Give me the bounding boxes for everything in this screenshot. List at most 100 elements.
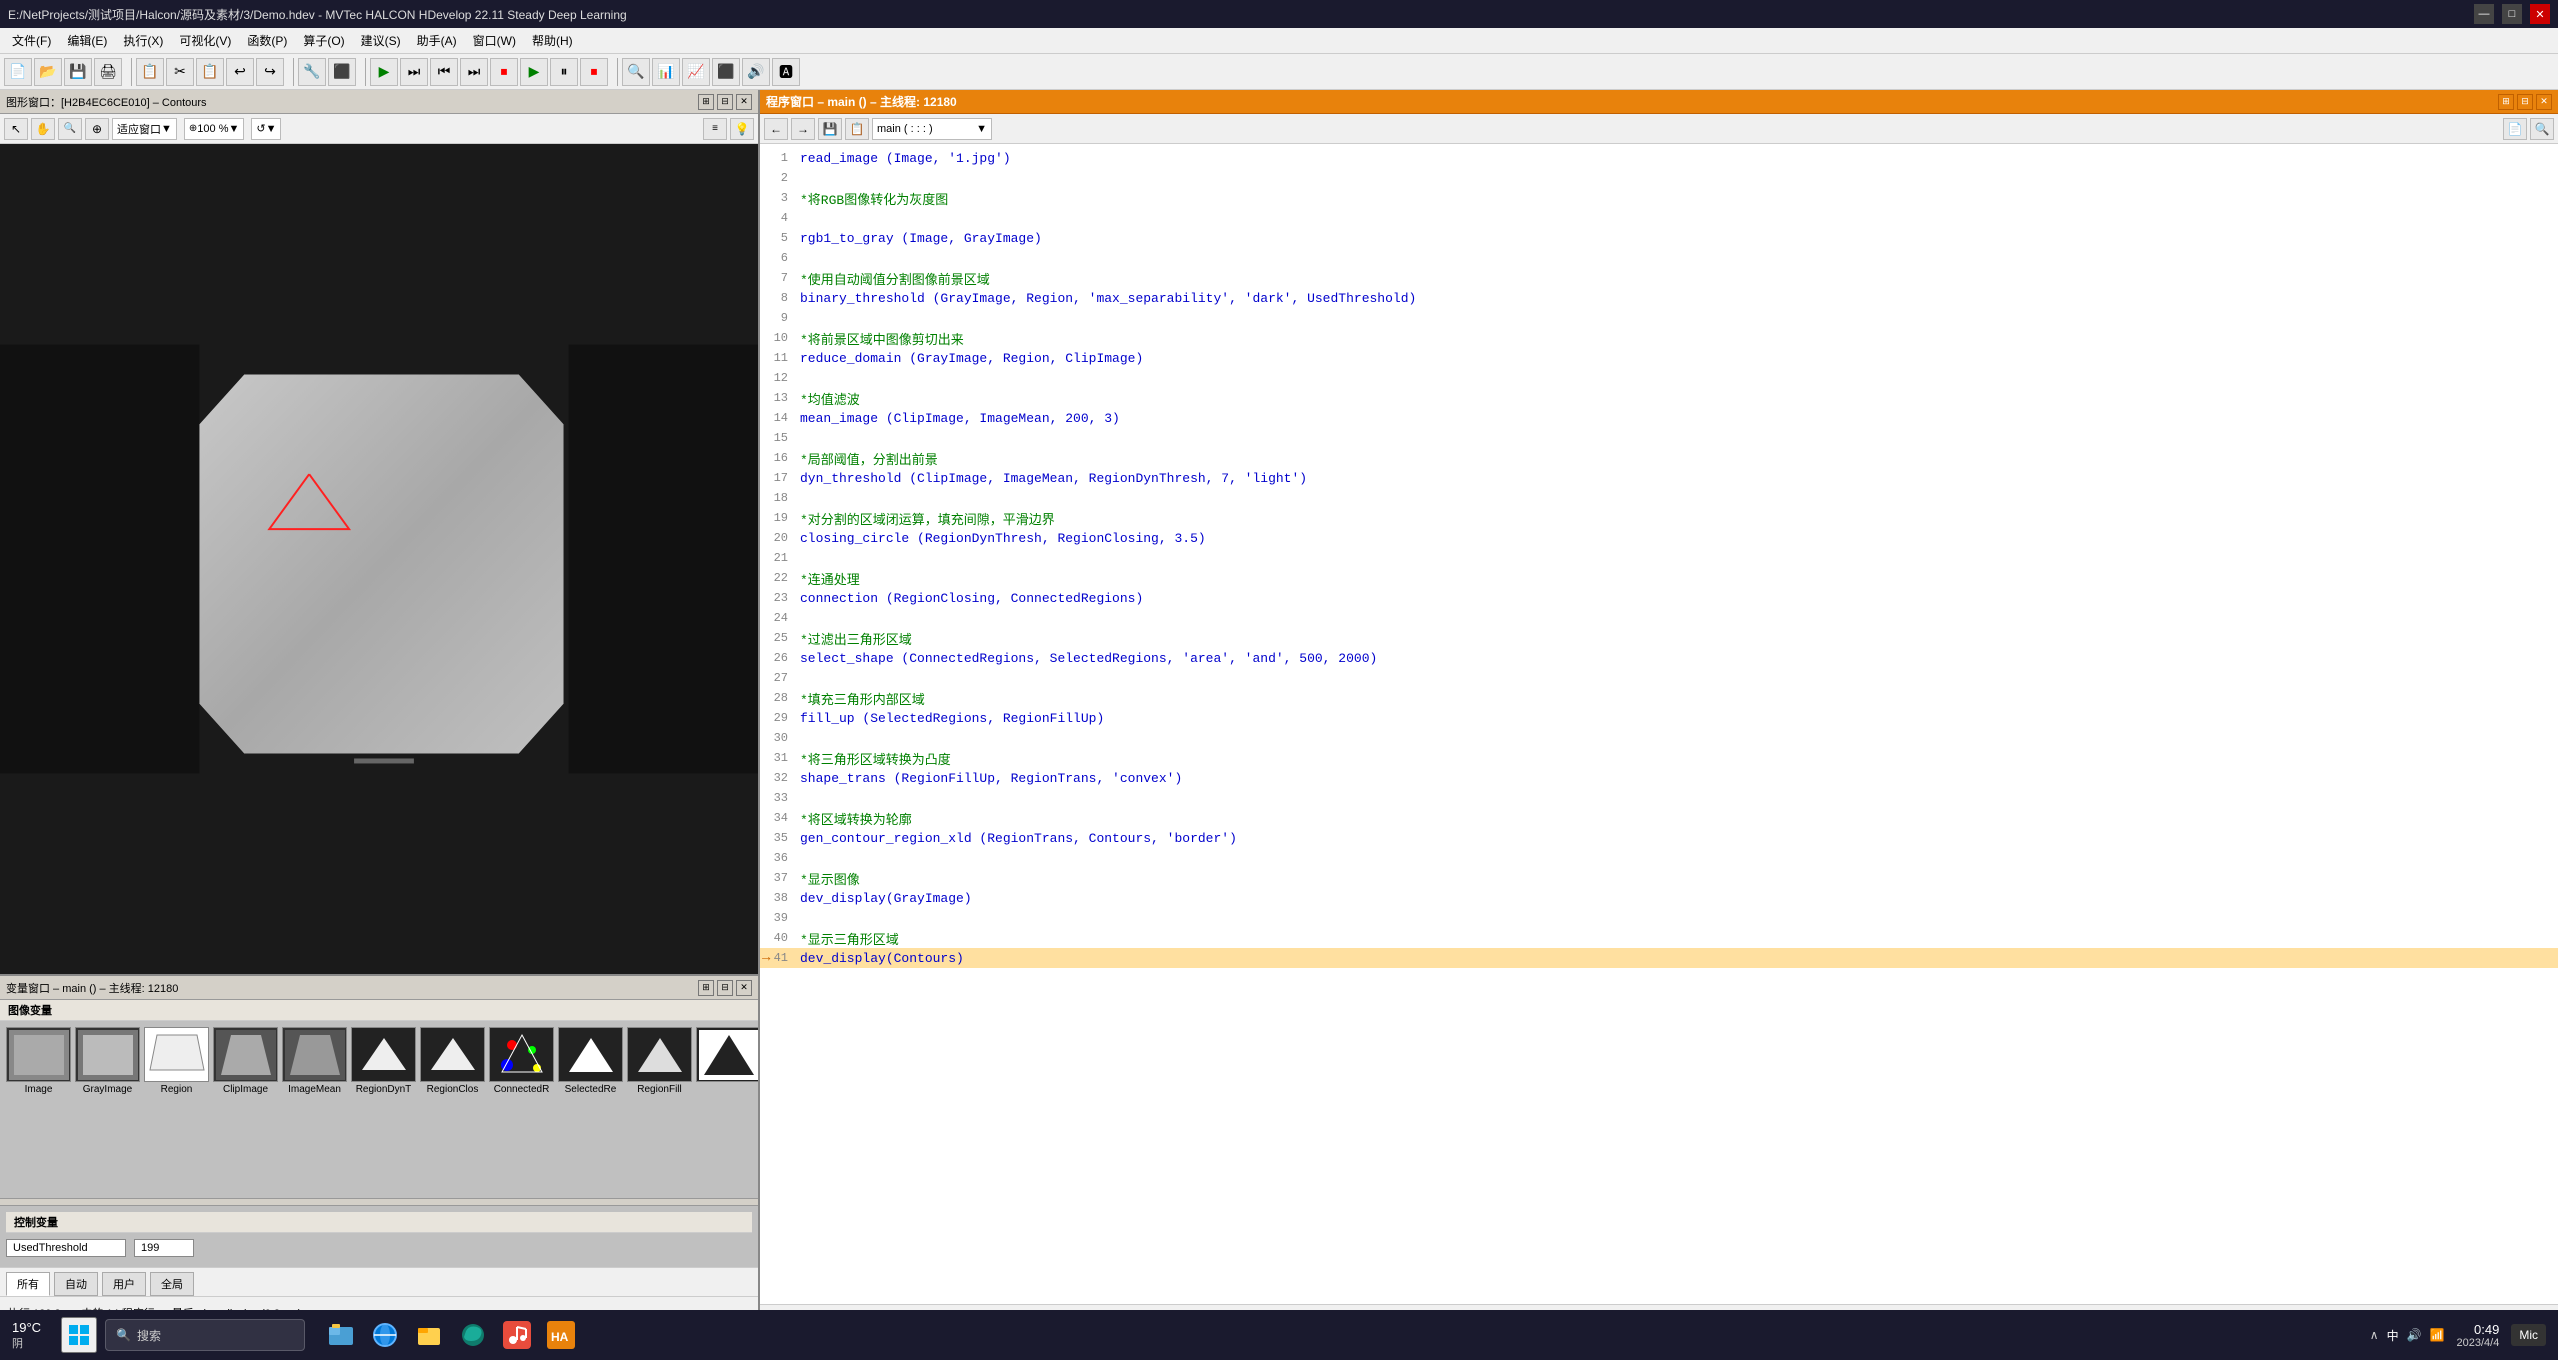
taskbar-app-browser[interactable] — [365, 1315, 405, 1355]
fit-window-dropdown[interactable]: 适应窗口 ▼ — [112, 118, 177, 140]
cut-button[interactable]: ✂ — [166, 58, 194, 86]
menu-file[interactable]: 文件(F) — [4, 30, 59, 51]
systray-chevron[interactable]: ∧ — [2370, 1328, 2379, 1342]
code-line-19[interactable]: 19 *对分割的区域闭运算，填充间隙，平滑边界 — [760, 508, 2558, 528]
code-line-22[interactable]: 22 *连通处理 — [760, 568, 2558, 588]
zoom-in-button[interactable]: ⊕ — [85, 118, 109, 140]
paste-button[interactable]: 📋 — [196, 58, 224, 86]
graphics-float-button[interactable]: ⊞ — [698, 94, 714, 110]
open-file-button[interactable]: 📂 — [34, 58, 62, 86]
code-line-24[interactable]: 24 — [760, 608, 2558, 628]
prog-minimize-button[interactable]: ⊟ — [2517, 94, 2533, 110]
print-button[interactable]: 🖨 — [94, 58, 122, 86]
pause-button[interactable]: ⏸ — [550, 58, 578, 86]
menu-assistant[interactable]: 助手(A) — [409, 30, 465, 51]
code-line-11[interactable]: 11 reduce_domain (GrayImage, Region, Cli… — [760, 348, 2558, 368]
var-image-RegionTrans[interactable] — [696, 1027, 758, 1084]
systray-ime[interactable]: 中 — [2387, 1327, 2399, 1344]
var-tab-user[interactable]: 用户 — [102, 1272, 146, 1296]
search-box[interactable]: 🔍 搜索 — [105, 1319, 305, 1351]
stop-all-button[interactable]: ⏹ — [580, 58, 608, 86]
color-button[interactable]: ⬛ — [712, 58, 740, 86]
save-button[interactable]: 💾 — [64, 58, 92, 86]
zoom-percent-dropdown[interactable]: ⊕ 100 % ▼ — [184, 118, 244, 140]
code-line-6[interactable]: 6 — [760, 248, 2558, 268]
code-line-23[interactable]: 23 connection (RegionClosing, ConnectedR… — [760, 588, 2558, 608]
menu-execute[interactable]: 执行(X) — [115, 30, 171, 51]
code-line-18[interactable]: 18 — [760, 488, 2558, 508]
maximize-button[interactable]: □ — [2502, 4, 2522, 24]
layers-button[interactable]: ≡ — [703, 118, 727, 140]
var-tab-global[interactable]: 全局 — [150, 1272, 194, 1296]
code-line-36[interactable]: 36 — [760, 848, 2558, 868]
code-line-17[interactable]: 17 dyn_threshold (ClipImage, ImageMean, … — [760, 468, 2558, 488]
copy-button[interactable]: 📋 — [136, 58, 164, 86]
prog-save-button[interactable]: 💾 — [818, 118, 842, 140]
code-line-15[interactable]: 15 — [760, 428, 2558, 448]
menu-functions[interactable]: 函数(P) — [239, 30, 295, 51]
code-line-10[interactable]: 10 *将前景区域中图像剪切出来 — [760, 328, 2558, 348]
step-back-button[interactable]: ⏮ — [430, 58, 458, 86]
code-line-25[interactable]: 25 *过滤出三角形区域 — [760, 628, 2558, 648]
menu-operators[interactable]: 算子(O) — [295, 30, 352, 51]
code-line-5[interactable]: 5 rgb1_to_gray (Image, GrayImage) — [760, 228, 2558, 248]
menu-help[interactable]: 帮助(H) — [524, 30, 581, 51]
func-dropdown[interactable]: main ( : : : ) ▼ — [872, 118, 992, 140]
var-image-SelectedRe[interactable]: SelectedRe — [558, 1027, 623, 1095]
taskbar-clock[interactable]: 0:49 2023/4/4 — [2457, 1322, 2500, 1349]
var-image-RegionFillU[interactable]: RegionFill — [627, 1027, 692, 1095]
text-button[interactable]: 🅰 — [772, 58, 800, 86]
prog-back-button[interactable]: ← — [764, 118, 788, 140]
code-line-34[interactable]: 34 *将区域转换为轮廓 — [760, 808, 2558, 828]
code-line-40[interactable]: 40 *显示三角形区域 — [760, 928, 2558, 948]
undo-button[interactable]: ↩ — [226, 58, 254, 86]
systray-network-icon[interactable]: 📶 — [2430, 1328, 2445, 1342]
code-line-9[interactable]: 9 — [760, 308, 2558, 328]
var-divider[interactable] — [0, 1198, 758, 1206]
start-button[interactable] — [61, 1317, 97, 1353]
prog-copy-button[interactable]: 📋 — [845, 118, 869, 140]
var-tab-auto[interactable]: 自动 — [54, 1272, 98, 1296]
prog-forward-button[interactable]: → — [791, 118, 815, 140]
code-line-29[interactable]: 29 fill_up (SelectedRegions, RegionFillU… — [760, 708, 2558, 728]
var-image-RegionClos[interactable]: RegionClos — [420, 1027, 485, 1095]
stop-button[interactable]: ⏹ — [490, 58, 518, 86]
code-line-28[interactable]: 28 *填充三角形内部区域 — [760, 688, 2558, 708]
menu-edit[interactable]: 编辑(E) — [59, 30, 115, 51]
code-line-16[interactable]: 16 *局部阈值，分割出前景 — [760, 448, 2558, 468]
code-line-2[interactable]: 2 — [760, 168, 2558, 188]
minimize-button[interactable]: — — [2474, 4, 2494, 24]
taskbar-app-explorer[interactable] — [321, 1315, 361, 1355]
chart-button[interactable]: 📊 — [652, 58, 680, 86]
zoom-button[interactable]: 🔍 — [58, 118, 82, 140]
code-line-38[interactable]: 38 dev_display(GrayImage) — [760, 888, 2558, 908]
code-line-39[interactable]: 39 — [760, 908, 2558, 928]
prog-icon1[interactable]: 📄 — [2503, 118, 2527, 140]
var-float-button[interactable]: ⊞ — [698, 980, 714, 996]
new-file-button[interactable]: 📄 — [4, 58, 32, 86]
bulb-button[interactable]: 💡 — [730, 118, 754, 140]
code-line-14[interactable]: 14 mean_image (ClipImage, ImageMean, 200… — [760, 408, 2558, 428]
graphics-minimize-button[interactable]: ⊟ — [717, 94, 733, 110]
var-tab-all[interactable]: 所有 — [6, 1272, 50, 1296]
var-minimize-button[interactable]: ⊟ — [717, 980, 733, 996]
systray-volume-icon[interactable]: 🔊 — [2407, 1328, 2422, 1342]
code-line-12[interactable]: 12 — [760, 368, 2558, 388]
var-image-GrayImage[interactable]: GrayImage — [75, 1027, 140, 1095]
code-line-13[interactable]: 13 *均值滤波 — [760, 388, 2558, 408]
hand-tool-button[interactable]: ✋ — [31, 118, 55, 140]
step-into-button[interactable]: ⏭ — [460, 58, 488, 86]
run-button[interactable]: ▶ — [370, 58, 398, 86]
notification-area[interactable]: Mic — [2511, 1324, 2546, 1346]
prog-float-button[interactable]: ⊞ — [2498, 94, 2514, 110]
code-line-31[interactable]: 31 *将三角形区域转换为凸度 — [760, 748, 2558, 768]
menu-visualize[interactable]: 可视化(V) — [171, 30, 239, 51]
var-image-ClipImage[interactable]: ClipImage — [213, 1027, 278, 1095]
menu-window[interactable]: 窗口(W) — [465, 30, 524, 51]
run-all-button[interactable]: ▶ — [520, 58, 548, 86]
code-line-27[interactable]: 27 — [760, 668, 2558, 688]
code-area[interactable]: 1 read_image (Image, '1.jpg') 2 3 *将RGB图… — [760, 144, 2558, 1304]
code-line-32[interactable]: 32 shape_trans (RegionFillUp, RegionTran… — [760, 768, 2558, 788]
taskbar-app-halcon[interactable]: HA — [541, 1315, 581, 1355]
code-line-26[interactable]: 26 select_shape (ConnectedRegions, Selec… — [760, 648, 2558, 668]
